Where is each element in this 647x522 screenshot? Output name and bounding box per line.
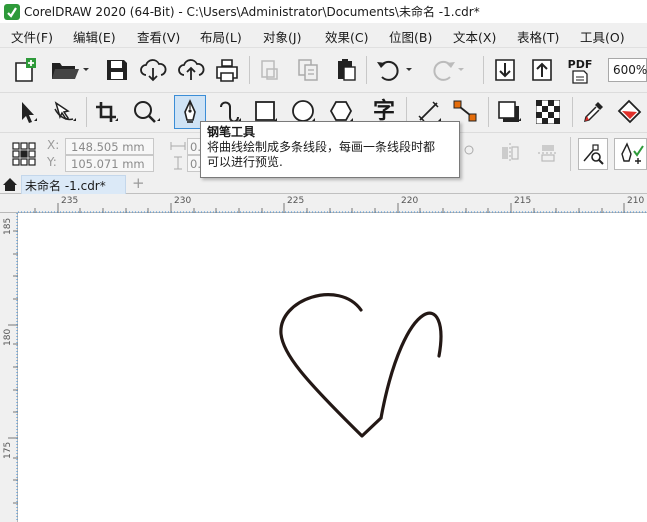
transparency-tool-icon[interactable] [532,97,564,127]
toolbar-separator [572,97,573,127]
redo-icon[interactable] [424,56,468,84]
edit-node-mode-icon[interactable] [578,138,608,170]
menu-tools[interactable]: 工具(O) [580,27,625,46]
tooltip-line-2: 可以进行预览. [207,155,283,169]
toolbar-separator [570,137,571,171]
add-document-tab-button[interactable]: + [132,176,145,191]
ruler-label: 210 [627,196,645,206]
pen-tool-tooltip: 钢笔工具 将曲线绘制成多条线段，每画一条线段时都 可以进行预览. [200,121,460,178]
save-icon[interactable] [102,56,132,84]
menu-bitmaps[interactable]: 位图(B) [389,27,432,46]
drop-shadow-tool-icon[interactable] [494,97,526,127]
x-position-field[interactable]: 148.505 mm [65,138,154,155]
pdf-label: PDF [567,57,593,71]
upload-cloud-icon[interactable] [176,56,206,84]
ruler-label: 180 [3,328,13,346]
cut-icon[interactable] [256,56,284,84]
ruler-label: 230 [174,196,192,206]
ruler-label: 235 [61,196,79,206]
publish-pdf-icon[interactable]: PDF [564,56,596,86]
toolbar-separator [488,97,489,127]
y-label: Y: [47,155,57,169]
download-cloud-icon[interactable] [138,56,168,84]
crop-tool-icon[interactable] [92,97,122,127]
menu-file[interactable]: 文件(F) [11,27,53,46]
y-position-field[interactable]: 105.071 mm [65,155,154,172]
zoom-tool-icon[interactable] [130,97,164,127]
zoom-level-input[interactable]: 600% [608,58,647,82]
export-icon[interactable] [528,56,556,84]
heart-curve [379,311,443,420]
interactive-fill-icon[interactable] [614,97,647,127]
mirror-vertical-icon[interactable] [534,139,562,167]
menu-layout[interactable]: 布局(L) [200,27,242,46]
mirror-horizontal-icon[interactable] [496,139,524,167]
document-tab[interactable]: 未命名 -1.cdr* [21,175,126,194]
vertical-ruler[interactable]: 185 180 175 [0,213,18,522]
menu-edit[interactable]: 编辑(E) [73,27,116,46]
tooltip-title: 钢笔工具 [207,125,256,139]
standard-toolbar: PDF 600% [0,47,647,92]
menu-bar: 文件(F) 编辑(E) 查看(V) 布局(L) 对象(J) 效果(C) 位图(B… [0,23,647,47]
ruler-label: 225 [287,196,305,206]
title-bar: CorelDRAW 2020 (64-Bit) - C:\Users\Admin… [0,0,647,23]
window-title: CorelDRAW 2020 (64-Bit) - C:\Users\Admin… [24,5,480,19]
coreldraw-logo-icon [4,3,20,20]
new-document-icon[interactable] [10,56,40,84]
lock-ratio-icon[interactable] [462,143,476,157]
auto-close-curve-icon[interactable] [614,138,647,170]
import-icon[interactable] [491,56,519,84]
menu-table[interactable]: 表格(T) [517,27,559,46]
home-icon[interactable] [1,175,19,193]
toolbar-separator [483,56,484,84]
menu-object[interactable]: 对象(J) [263,27,301,46]
ruler-label: 220 [401,196,419,206]
height-icon [170,155,186,171]
copy-icon[interactable] [294,56,322,84]
open-folder-icon[interactable] [48,56,92,84]
drawing-canvas[interactable] [19,214,647,522]
shape-tool-icon[interactable] [50,97,80,127]
menu-effects[interactable]: 效果(C) [325,27,368,46]
menu-view[interactable]: 查看(V) [137,27,180,46]
reference-point-icon[interactable] [10,140,38,168]
toolbar-separator [366,56,367,84]
paste-icon[interactable] [332,56,360,84]
width-icon [170,139,186,153]
undo-icon[interactable] [372,56,416,84]
ruler-label: 215 [514,196,532,206]
x-label: X: [47,138,60,152]
eyedropper-tool-icon[interactable] [578,97,610,127]
heart-curve [279,293,383,438]
horizontal-ruler[interactable]: 235 230 225 220 215 210 [0,194,647,213]
toolbar-separator [249,56,250,84]
tooltip-line-1: 将曲线绘制成多条线段，每画一条线段时都 [207,140,436,154]
pick-tool-icon[interactable] [14,97,42,127]
print-icon[interactable] [212,56,242,84]
menu-text[interactable]: 文本(X) [453,27,496,46]
ruler-label: 185 [3,217,13,235]
ruler-label: 175 [3,441,13,459]
toolbar-separator [86,97,87,127]
